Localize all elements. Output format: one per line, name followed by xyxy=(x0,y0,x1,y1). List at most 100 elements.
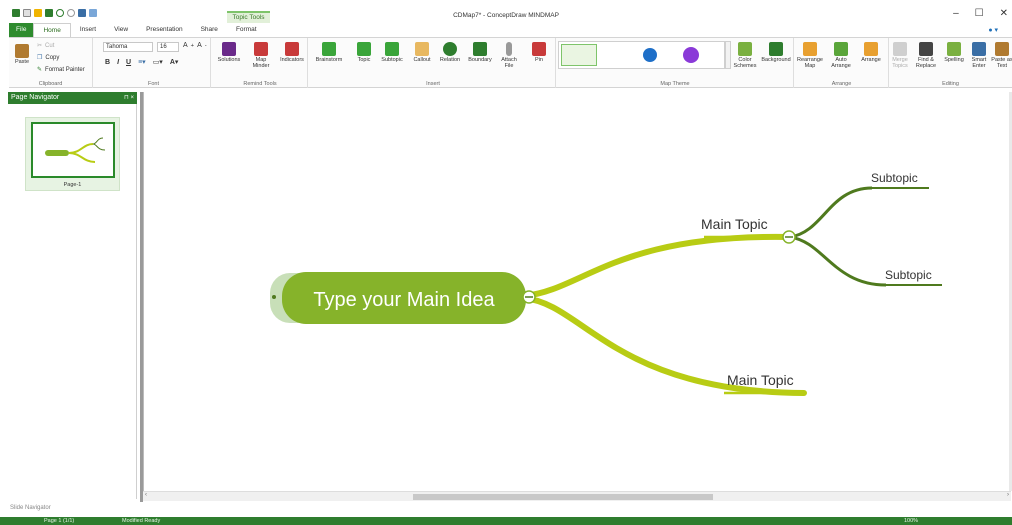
auto-arrange-button[interactable]: Auto Arrange xyxy=(827,42,855,69)
tab-format[interactable]: Format xyxy=(227,23,266,37)
spelling-button[interactable]: Spelling xyxy=(941,42,967,63)
thumb-sub-1 xyxy=(92,137,104,145)
tab-file[interactable]: File xyxy=(9,23,34,37)
smart-enter-button[interactable]: Smart Enter xyxy=(967,42,991,69)
main-topic-1-text[interactable]: Main Topic xyxy=(701,216,768,232)
font-grow-button[interactable]: A + A- xyxy=(183,42,207,49)
rearrange-map-button[interactable]: Rearrange Map xyxy=(795,42,825,69)
help-icon[interactable]: ● ▾ xyxy=(988,26,998,34)
copy-button[interactable]: ❐ Copy xyxy=(37,54,59,62)
main-idea-handle[interactable] xyxy=(272,295,276,299)
align-icon[interactable]: ≡▾ xyxy=(138,58,146,66)
background-label: Background xyxy=(761,57,791,63)
panel-pin-close-icon[interactable]: ⊓ × xyxy=(124,92,134,104)
indicators-button[interactable]: Indicators xyxy=(277,42,307,63)
fill-color-icon[interactable]: ▭▾ xyxy=(153,58,163,66)
scroll-right-arrow-icon[interactable]: › xyxy=(1007,492,1009,498)
solutions-button[interactable]: Solutions xyxy=(215,42,243,63)
scroll-left-arrow-icon[interactable]: ‹ xyxy=(145,492,147,498)
merge-topics-label: Merge Topics xyxy=(892,57,908,69)
spelling-label: Spelling xyxy=(944,57,964,63)
title-bar: Topic Tools CDMap7* - ConceptDraw MINDMA… xyxy=(0,0,1012,23)
background-button[interactable]: Background xyxy=(759,42,793,63)
theme-swatch-2[interactable] xyxy=(601,44,637,66)
mind-map: Type your Main Idea Main Topic Main Topi… xyxy=(270,171,942,396)
binoculars-icon xyxy=(919,42,933,56)
arrange-group: Rearrange Map Auto Arrange Arrange Arran… xyxy=(795,38,889,88)
solutions-icon xyxy=(222,42,236,56)
maximize-button[interactable]: ☐ xyxy=(975,8,984,19)
italic-button[interactable]: I xyxy=(117,59,119,66)
subtopic-button[interactable]: Subtopic xyxy=(377,42,407,63)
pin-icon xyxy=(532,42,546,56)
app-window: Topic Tools CDMap7* - ConceptDraw MINDMA… xyxy=(0,0,1012,525)
theme-swatch-3[interactable] xyxy=(643,48,657,62)
font-group-label: Font xyxy=(147,81,159,87)
slide-navigator-tab[interactable]: Slide Navigator xyxy=(10,505,51,511)
insert-group-label: Insert xyxy=(426,81,440,87)
cut-button[interactable]: ✂ Cut xyxy=(37,42,54,50)
callout-button[interactable]: Callout xyxy=(409,42,435,63)
thumb-main-idea xyxy=(45,150,69,156)
thumb-branch-1 xyxy=(68,143,94,154)
callout-icon xyxy=(415,42,429,56)
rearrange-map-label: Rearrange Map xyxy=(797,57,823,69)
tab-presentation[interactable]: Presentation xyxy=(137,23,192,37)
remind-tools-group: Solutions Map Minder Indicators Remind T… xyxy=(213,38,308,88)
merge-topics-button[interactable]: Merge Topics xyxy=(889,42,911,69)
boundary-label: Boundary xyxy=(468,57,492,63)
map-minder-button[interactable]: Map Minder xyxy=(247,42,275,69)
tab-home[interactable]: Home xyxy=(33,23,71,37)
horizontal-scrollbar[interactable]: ‹ › xyxy=(143,491,1011,501)
clipboard-group: Paste ✂ Cut ❐ Copy ✎ Format Painter Clipboa… xyxy=(9,38,93,88)
boundary-button[interactable]: Boundary xyxy=(465,42,495,63)
underline-button[interactable]: U xyxy=(126,59,131,66)
minimize-button[interactable]: – xyxy=(953,8,959,19)
subtopic-2-text[interactable]: Subtopic xyxy=(885,268,932,282)
relation-button[interactable]: Relation xyxy=(437,42,463,63)
font-color-icon[interactable]: A▾ xyxy=(170,58,179,66)
window-title: CDMap7* - ConceptDraw MINDMAP xyxy=(453,12,559,19)
main-idea-text[interactable]: Type your Main Idea xyxy=(313,289,495,311)
brainstorm-button[interactable]: Brainstorm xyxy=(312,42,346,63)
arrange-button[interactable]: Arrange xyxy=(857,42,885,63)
font-size-select[interactable]: 16 xyxy=(157,42,179,52)
branch-to-main-topic-1[interactable] xyxy=(521,233,792,299)
find-replace-button[interactable]: Find & Replace xyxy=(913,42,939,69)
arrange-label: Arrange xyxy=(861,57,881,63)
subtopic-label: Subtopic xyxy=(381,57,403,63)
page-thumbnail[interactable]: Page-1 xyxy=(25,117,120,191)
font-style-row: B I U ≡▾ ▭▾ A▾ xyxy=(105,58,179,67)
brainstorm-icon xyxy=(322,42,336,56)
format-painter-button[interactable]: ✎ Format Painter xyxy=(37,66,85,74)
bold-button[interactable]: B xyxy=(105,59,110,66)
font-family-select[interactable]: Tahoma xyxy=(103,42,153,52)
branch-to-subtopic-2[interactable] xyxy=(789,235,887,287)
font-size-value: 16 xyxy=(160,44,167,50)
tab-share[interactable]: Share xyxy=(192,23,227,37)
branch-to-subtopic-1[interactable] xyxy=(789,186,873,239)
topic-button[interactable]: Topic xyxy=(353,42,375,63)
font-group: Tahoma 16 A + A- B I U ≡▾ ▭▾ A▾ Font xyxy=(97,38,211,88)
close-button[interactable]: ✕ xyxy=(1000,8,1008,19)
insert-group: Brainstorm Topic Subtopic Callout Relati… xyxy=(311,38,556,88)
subtopic-1-text[interactable]: Subtopic xyxy=(871,171,918,185)
pin-button[interactable]: Pin xyxy=(529,42,549,63)
map-canvas[interactable]: Type your Main Idea Main Topic Main Topi… xyxy=(143,92,1011,491)
attach-file-label: Attach File xyxy=(501,57,517,69)
page-status[interactable]: Page 1 (1/1) xyxy=(44,517,74,525)
color-schemes-button[interactable]: Color Schemes xyxy=(731,42,759,69)
theme-swatch-1[interactable] xyxy=(561,44,597,66)
zoom-level[interactable]: 100% xyxy=(904,517,918,525)
attach-file-button[interactable]: Attach File xyxy=(497,42,521,69)
find-replace-label: Find & Replace xyxy=(915,57,937,69)
tab-insert[interactable]: Insert xyxy=(71,23,105,37)
horizontal-scroll-thumb[interactable] xyxy=(413,494,713,500)
auto-arrange-label: Auto Arrange xyxy=(831,57,851,69)
tab-view[interactable]: View xyxy=(105,23,137,37)
main-topic-2-text[interactable]: Main Topic xyxy=(727,372,794,388)
paste-button[interactable]: Paste xyxy=(13,44,31,65)
paste-as-text-button[interactable]: Paste as Text xyxy=(991,42,1012,69)
theme-swatch-4[interactable] xyxy=(683,47,699,63)
thumbnail-map-graphic xyxy=(45,137,106,163)
